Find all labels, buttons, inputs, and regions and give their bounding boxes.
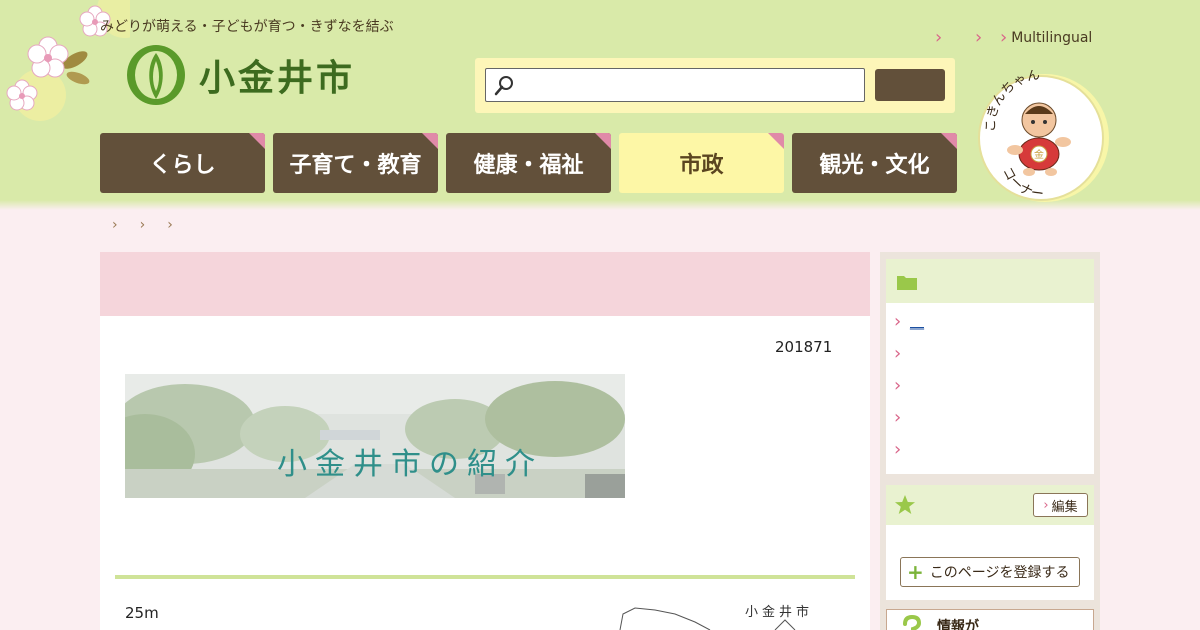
nav-kanko[interactable]: 観光・文化	[792, 133, 957, 193]
chevron-right-icon: ›	[894, 311, 902, 332]
site-tagline: みどりが萌える・子どもが育つ・きずなを結ぶ	[100, 19, 394, 35]
search-icon	[494, 76, 513, 96]
corner-tab-decoration	[595, 133, 611, 149]
nav-kenko[interactable]: 健康・福祉	[446, 133, 611, 193]
chevron-right-icon: ›	[894, 407, 902, 428]
chevron-right-icon: ›	[935, 27, 943, 48]
favorites-card: › 編集 + このページを登録する	[886, 485, 1094, 600]
breadcrumb-item[interactable]: ›	[140, 217, 146, 233]
related-links-card: › __ › › › ›	[886, 259, 1094, 474]
register-page-button[interactable]: + このページを登録する	[900, 557, 1080, 587]
svg-text:金: 金	[1034, 148, 1044, 161]
corner-tab-decoration	[941, 133, 957, 149]
edit-favorites-button[interactable]: › 編集	[1033, 493, 1088, 517]
utility-link-1[interactable]: ›	[935, 27, 946, 48]
search-button[interactable]	[875, 69, 945, 101]
main-content: 201871 小金井市の紹介 25m 小金井市	[100, 252, 870, 630]
site-logo[interactable]: 小金井市	[125, 40, 365, 110]
folder-icon	[897, 276, 917, 290]
breadcrumb-item[interactable]: ›	[112, 217, 118, 233]
breadcrumb-item[interactable]: ›	[167, 217, 173, 233]
chevron-right-icon: ›	[1043, 497, 1049, 513]
search-input[interactable]	[485, 68, 865, 102]
svg-text:小金井市の紹介: 小金井市の紹介	[277, 447, 543, 482]
city-introduction-banner: 小金井市の紹介	[125, 374, 625, 498]
utility-link-multilingual[interactable]: › Multilingual	[1000, 27, 1092, 48]
search-area	[475, 58, 955, 113]
chevron-right-icon: ›	[894, 439, 902, 460]
plus-icon: +	[907, 560, 924, 584]
chevron-right-icon: ›	[894, 343, 902, 364]
section-divider	[115, 575, 855, 579]
chevron-right-icon: ›	[894, 375, 902, 396]
nav-kosodate[interactable]: 子育て・教育	[273, 133, 438, 193]
city-location-map: 小金井市	[619, 604, 813, 630]
related-link[interactable]: __	[910, 314, 924, 330]
corner-tab-decoration	[249, 133, 265, 149]
favorites-header: › 編集	[886, 485, 1094, 525]
mascot-corner-link[interactable]: こきんちゃん コーナー 金	[973, 70, 1113, 204]
page-title-bar	[100, 252, 870, 316]
update-date: 201871	[775, 338, 833, 356]
nav-shisei[interactable]: 市政	[619, 133, 784, 193]
question-icon	[903, 614, 922, 630]
sidebar: › __ › › › › › 編集 + このページを登録する 情報が	[880, 252, 1100, 630]
chevron-right-icon: ›	[1000, 27, 1008, 48]
star-icon	[895, 495, 915, 514]
corner-tab-decoration	[422, 133, 438, 149]
corner-tab-decoration	[768, 133, 784, 149]
chevron-right-icon: ›	[975, 27, 983, 48]
utility-link-2[interactable]: ›	[975, 27, 986, 48]
svg-text:小金井市: 小金井市	[745, 604, 813, 620]
info-card: 情報が	[886, 609, 1094, 630]
related-links-header	[886, 259, 1094, 303]
city-name: 小金井市	[199, 58, 356, 99]
city-emblem-icon	[127, 45, 185, 105]
nav-kurashi[interactable]: くらし	[100, 133, 265, 193]
distance-text: 25m	[125, 604, 159, 622]
breadcrumb: › › ›	[112, 217, 173, 233]
